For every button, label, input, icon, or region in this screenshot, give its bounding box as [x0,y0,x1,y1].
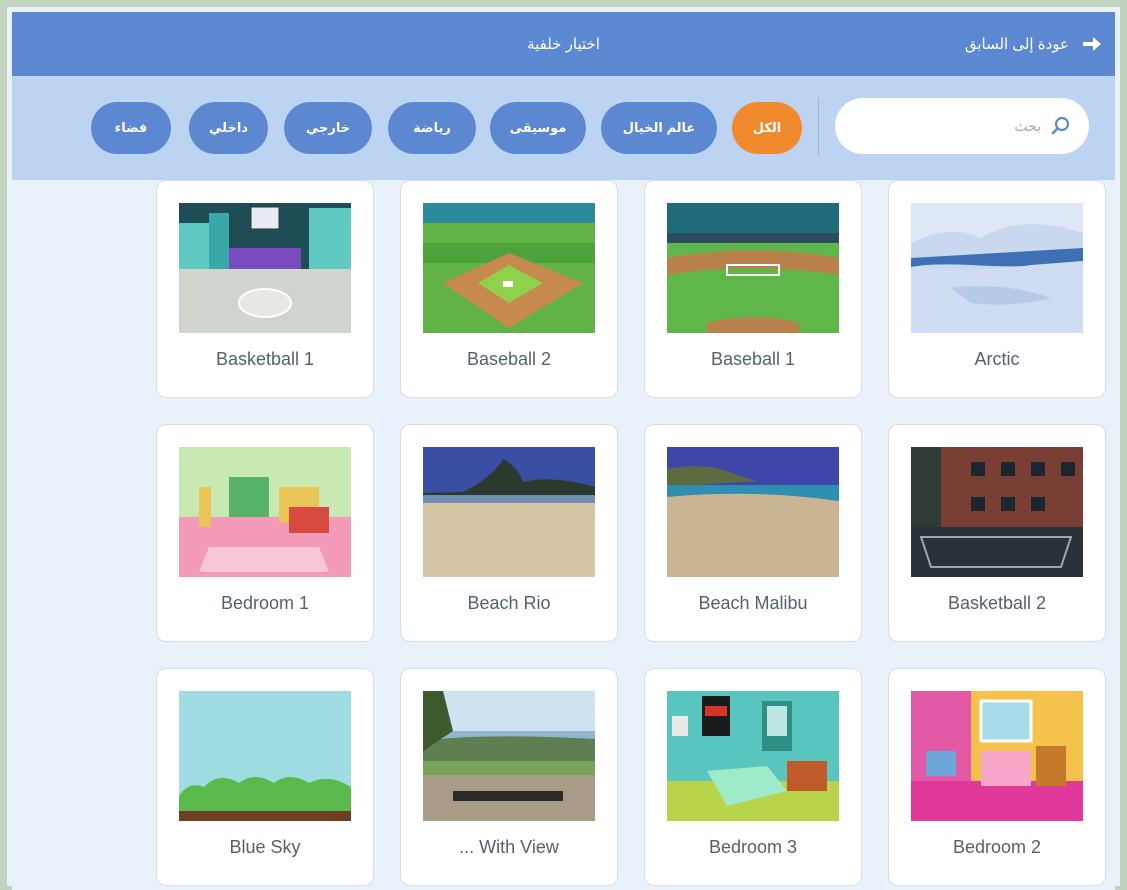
backdrop-card[interactable]: Baseball 1 [644,180,862,398]
category-sports[interactable]: رياضة [388,102,476,154]
backdrop-card[interactable]: Bedroom 3 [644,668,862,886]
backdrop-card[interactable]: Baseball 2 [400,180,618,398]
category-fantasy[interactable]: عالم الخيال [601,102,717,154]
backdrop-grid: Arctic Baseball 1 Baseball 2 Basketball … [12,180,1115,890]
search-input[interactable] [871,111,1041,141]
bedroom-1-thumbnail [179,447,351,577]
arrow-right-icon [1083,37,1101,51]
backdrop-name: Bedroom 2 [952,837,1042,857]
backdrop-name: Arctic [974,349,1020,369]
backdrop-card[interactable]: Arctic [888,180,1106,398]
backdrop-card[interactable]: Bedroom 1 [156,424,374,642]
basketball-1-thumbnail [179,203,351,333]
bench-with-view-thumbnail [423,691,595,821]
category-indoors[interactable]: داخلي [189,102,268,154]
baseball-2-thumbnail [423,203,595,333]
header-bar: اختيار خلفية عودة إلى السابق [12,12,1115,76]
backdrop-name: Bedroom 3 [708,837,798,857]
backdrop-card[interactable]: Basketball 2 [888,424,1106,642]
backdrop-card[interactable]: Basketball 1 [156,180,374,398]
search-box[interactable] [835,98,1089,154]
beach-malibu-thumbnail [667,447,839,577]
category-space[interactable]: فضاء [91,102,171,154]
backdrop-name: ... With View [459,837,559,857]
category-music[interactable]: موسيقى [490,102,586,154]
backdrop-name: Blue Sky [229,837,301,857]
back-label: عودة إلى السابق [964,36,1069,53]
backdrop-card[interactable]: ... With View [400,668,618,886]
backdrop-name: Baseball 1 [710,349,796,369]
divider [818,98,819,156]
back-button[interactable]: عودة إلى السابق [965,12,1101,76]
backdrop-card[interactable]: Blue Sky [156,668,374,886]
backdrop-name: Basketball 2 [947,593,1047,613]
backdrop-card[interactable]: Bedroom 2 [888,668,1106,886]
backdrop-card[interactable]: Beach Rio [400,424,618,642]
backdrop-card[interactable]: Beach Malibu [644,424,862,642]
category-outdoors[interactable]: خارجي [284,102,372,154]
category-all[interactable]: الكل [732,102,802,154]
backdrop-name: Bedroom 1 [220,593,310,613]
page-title: اختيار خلفية [527,36,600,53]
filter-bar: الكل عالم الخيال موسيقى رياضة خارجي داخل… [12,76,1115,180]
bedroom-3-thumbnail [667,691,839,821]
beach-rio-thumbnail [423,447,595,577]
arctic-thumbnail [911,203,1083,333]
backdrop-name: Beach Malibu [698,593,808,613]
blue-sky-thumbnail [179,691,351,821]
backdrop-name: Baseball 2 [466,349,552,369]
basketball-2-thumbnail [911,447,1083,577]
bedroom-2-thumbnail [911,691,1083,821]
baseball-1-thumbnail [667,203,839,333]
search-icon [1051,116,1070,135]
backdrop-name: Beach Rio [467,593,551,613]
backdrop-name: Basketball 1 [215,349,315,369]
